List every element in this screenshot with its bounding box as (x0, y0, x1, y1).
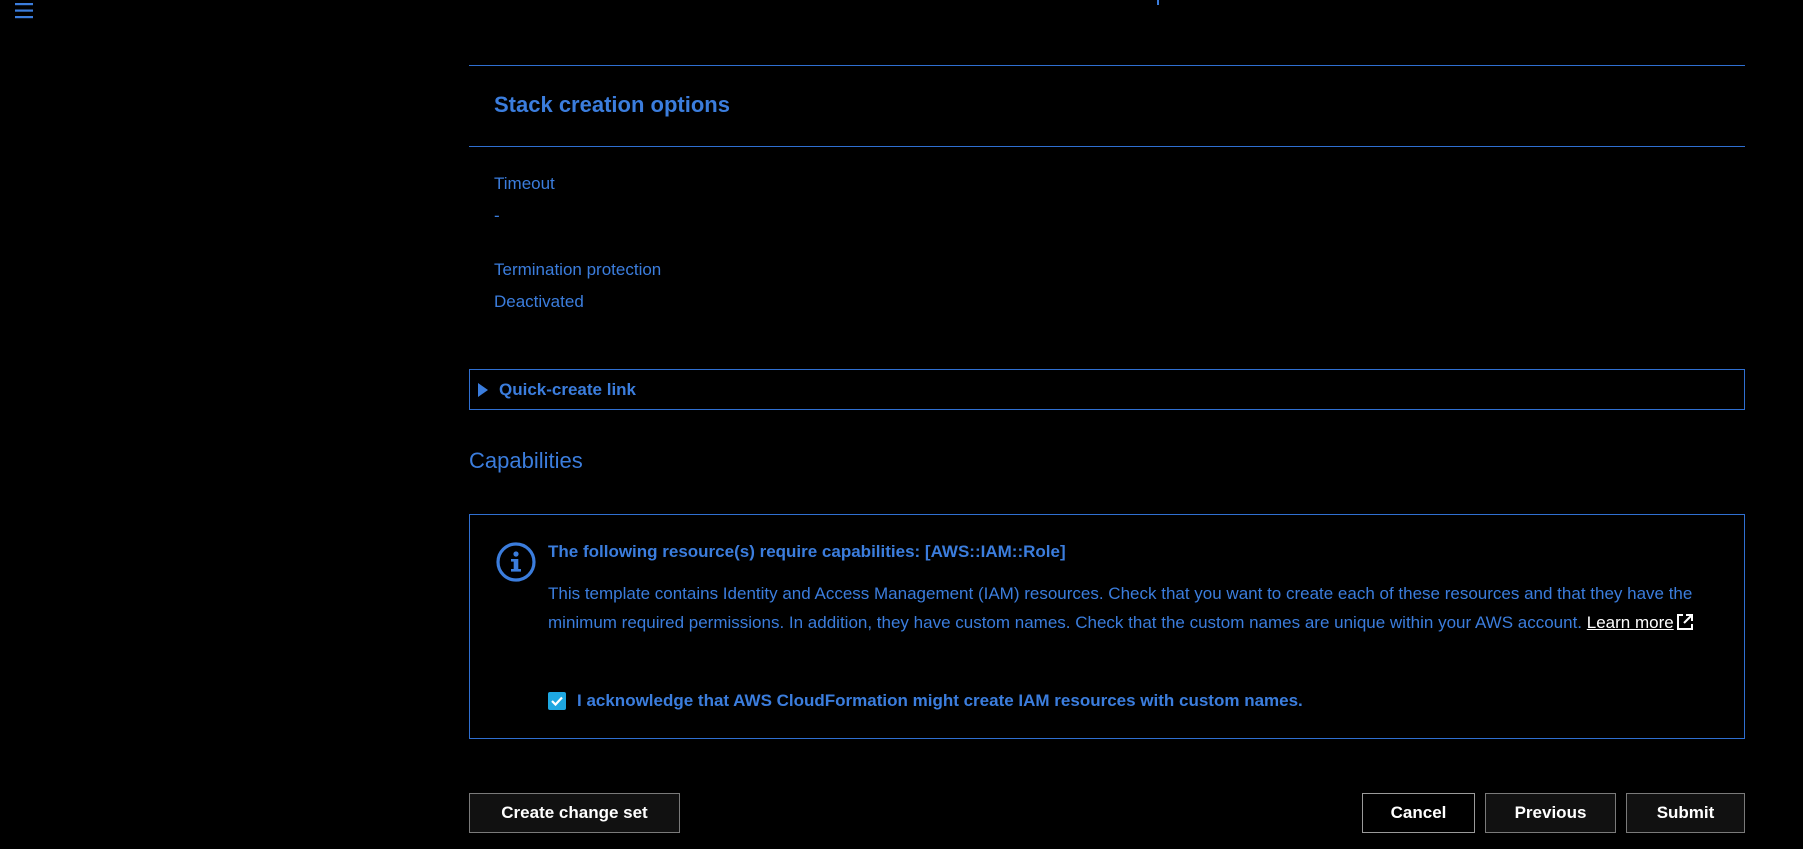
termination-protection-label: Termination protection (494, 260, 662, 279)
alert-body-text: This template contains Identity and Acce… (548, 584, 1693, 632)
caret-right-icon (478, 383, 488, 397)
hamburger-menu-icon[interactable] (14, 0, 36, 22)
quick-create-link-label: Quick-create link (499, 380, 637, 399)
quick-create-link-expander[interactable]: Quick-create link (469, 369, 1745, 410)
acknowledge-checkbox[interactable] (548, 692, 566, 710)
acknowledge-row: I acknowledge that AWS CloudFormation mi… (548, 691, 1303, 711)
cancel-button[interactable]: Cancel (1362, 793, 1475, 833)
acknowledge-label[interactable]: I acknowledge that AWS CloudFormation mi… (577, 691, 1303, 711)
create-change-set-button[interactable]: Create change set (469, 793, 680, 833)
timeout-label: Timeout (494, 174, 555, 193)
alert-title: The following resource(s) require capabi… (548, 542, 1066, 561)
submit-button[interactable]: Submit (1626, 793, 1745, 833)
capabilities-alert: The following resource(s) require capabi… (469, 514, 1745, 739)
timeout-value: - (494, 206, 500, 225)
info-icon (495, 541, 537, 583)
learn-more-link[interactable]: Learn more (1587, 613, 1674, 632)
external-link-icon[interactable] (1676, 611, 1694, 630)
section-title: Stack creation options (494, 92, 730, 117)
page: Stack creation options Timeout - Termina… (0, 0, 1803, 849)
alert-body: This template contains Identity and Acce… (548, 579, 1718, 637)
previous-button[interactable]: Previous (1485, 793, 1616, 833)
termination-protection-value: Deactivated (494, 292, 584, 311)
scroll-indicator (1157, 0, 1159, 5)
stack-options-header: Stack creation options (469, 65, 1745, 147)
capabilities-heading: Capabilities (469, 448, 583, 473)
